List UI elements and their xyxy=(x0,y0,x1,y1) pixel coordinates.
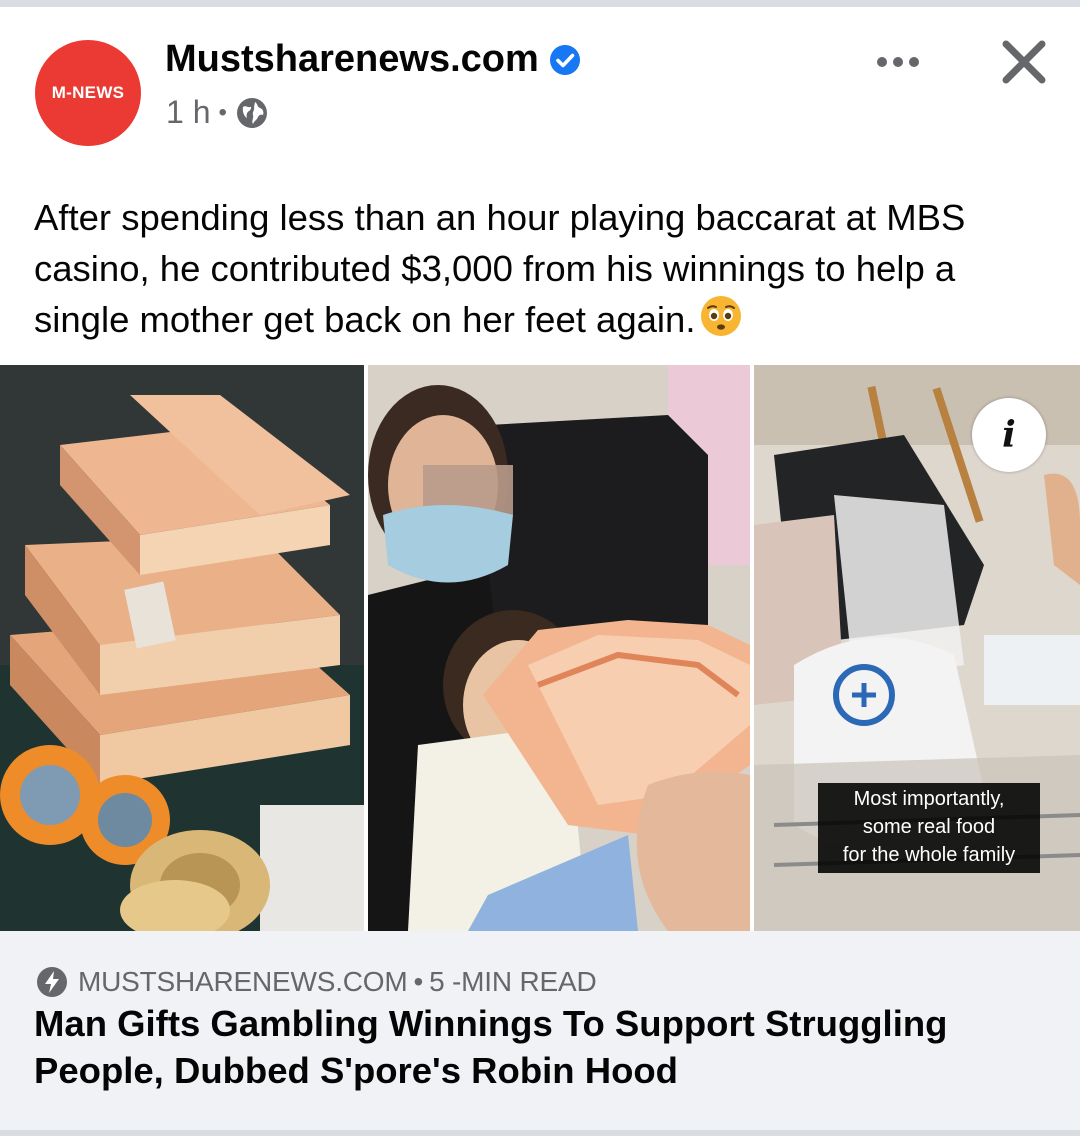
lightning-bolt-icon xyxy=(37,967,67,997)
more-options-icon[interactable] xyxy=(868,44,928,80)
media-overlay-caption: Most importantly, some real food for the… xyxy=(818,783,1040,873)
avatar-logo-text: M-NEWS xyxy=(51,83,125,102)
overlay-line: Most importantly, xyxy=(853,788,1005,810)
post-time[interactable]: 1 h xyxy=(166,94,210,131)
page-name[interactable]: Mustsharenews.com xyxy=(165,38,539,81)
page-avatar[interactable]: M-NEWS xyxy=(35,40,141,146)
overlay-line: some real food xyxy=(862,816,996,838)
overlay-line: for the whole family xyxy=(842,844,1016,866)
page-name-row: Mustsharenews.com xyxy=(165,38,581,81)
mother-baby-illustration xyxy=(368,365,750,931)
link-meta: MUSTSHARENEWS.COM • 5 -MIN READ xyxy=(36,966,597,998)
bottom-divider xyxy=(0,1130,1080,1136)
top-divider xyxy=(0,0,1080,7)
caption-text: After spending less than an hour playing… xyxy=(34,197,966,340)
close-icon[interactable] xyxy=(998,36,1050,88)
link-title[interactable]: Man Gifts Gambling Winnings To Support S… xyxy=(34,1000,1044,1094)
link-meta-separator: • xyxy=(413,966,424,997)
info-icon[interactable]: i xyxy=(972,398,1046,472)
post-meta: 1 h • xyxy=(166,94,269,131)
cash-stacks-illustration xyxy=(0,365,364,931)
sad-face-emoji-icon xyxy=(701,296,742,336)
post-caption: After spending less than an hour playing… xyxy=(34,192,1044,345)
meta-separator: • xyxy=(218,98,227,126)
media-photo-cash[interactable] xyxy=(0,365,364,931)
verified-badge-icon xyxy=(549,44,580,75)
globe-icon xyxy=(236,97,267,128)
link-read-time: 5 -MIN READ xyxy=(429,966,597,997)
link-domain: MUSTSHARENEWS.COM xyxy=(78,966,408,997)
media-photo-mother[interactable] xyxy=(368,365,750,931)
